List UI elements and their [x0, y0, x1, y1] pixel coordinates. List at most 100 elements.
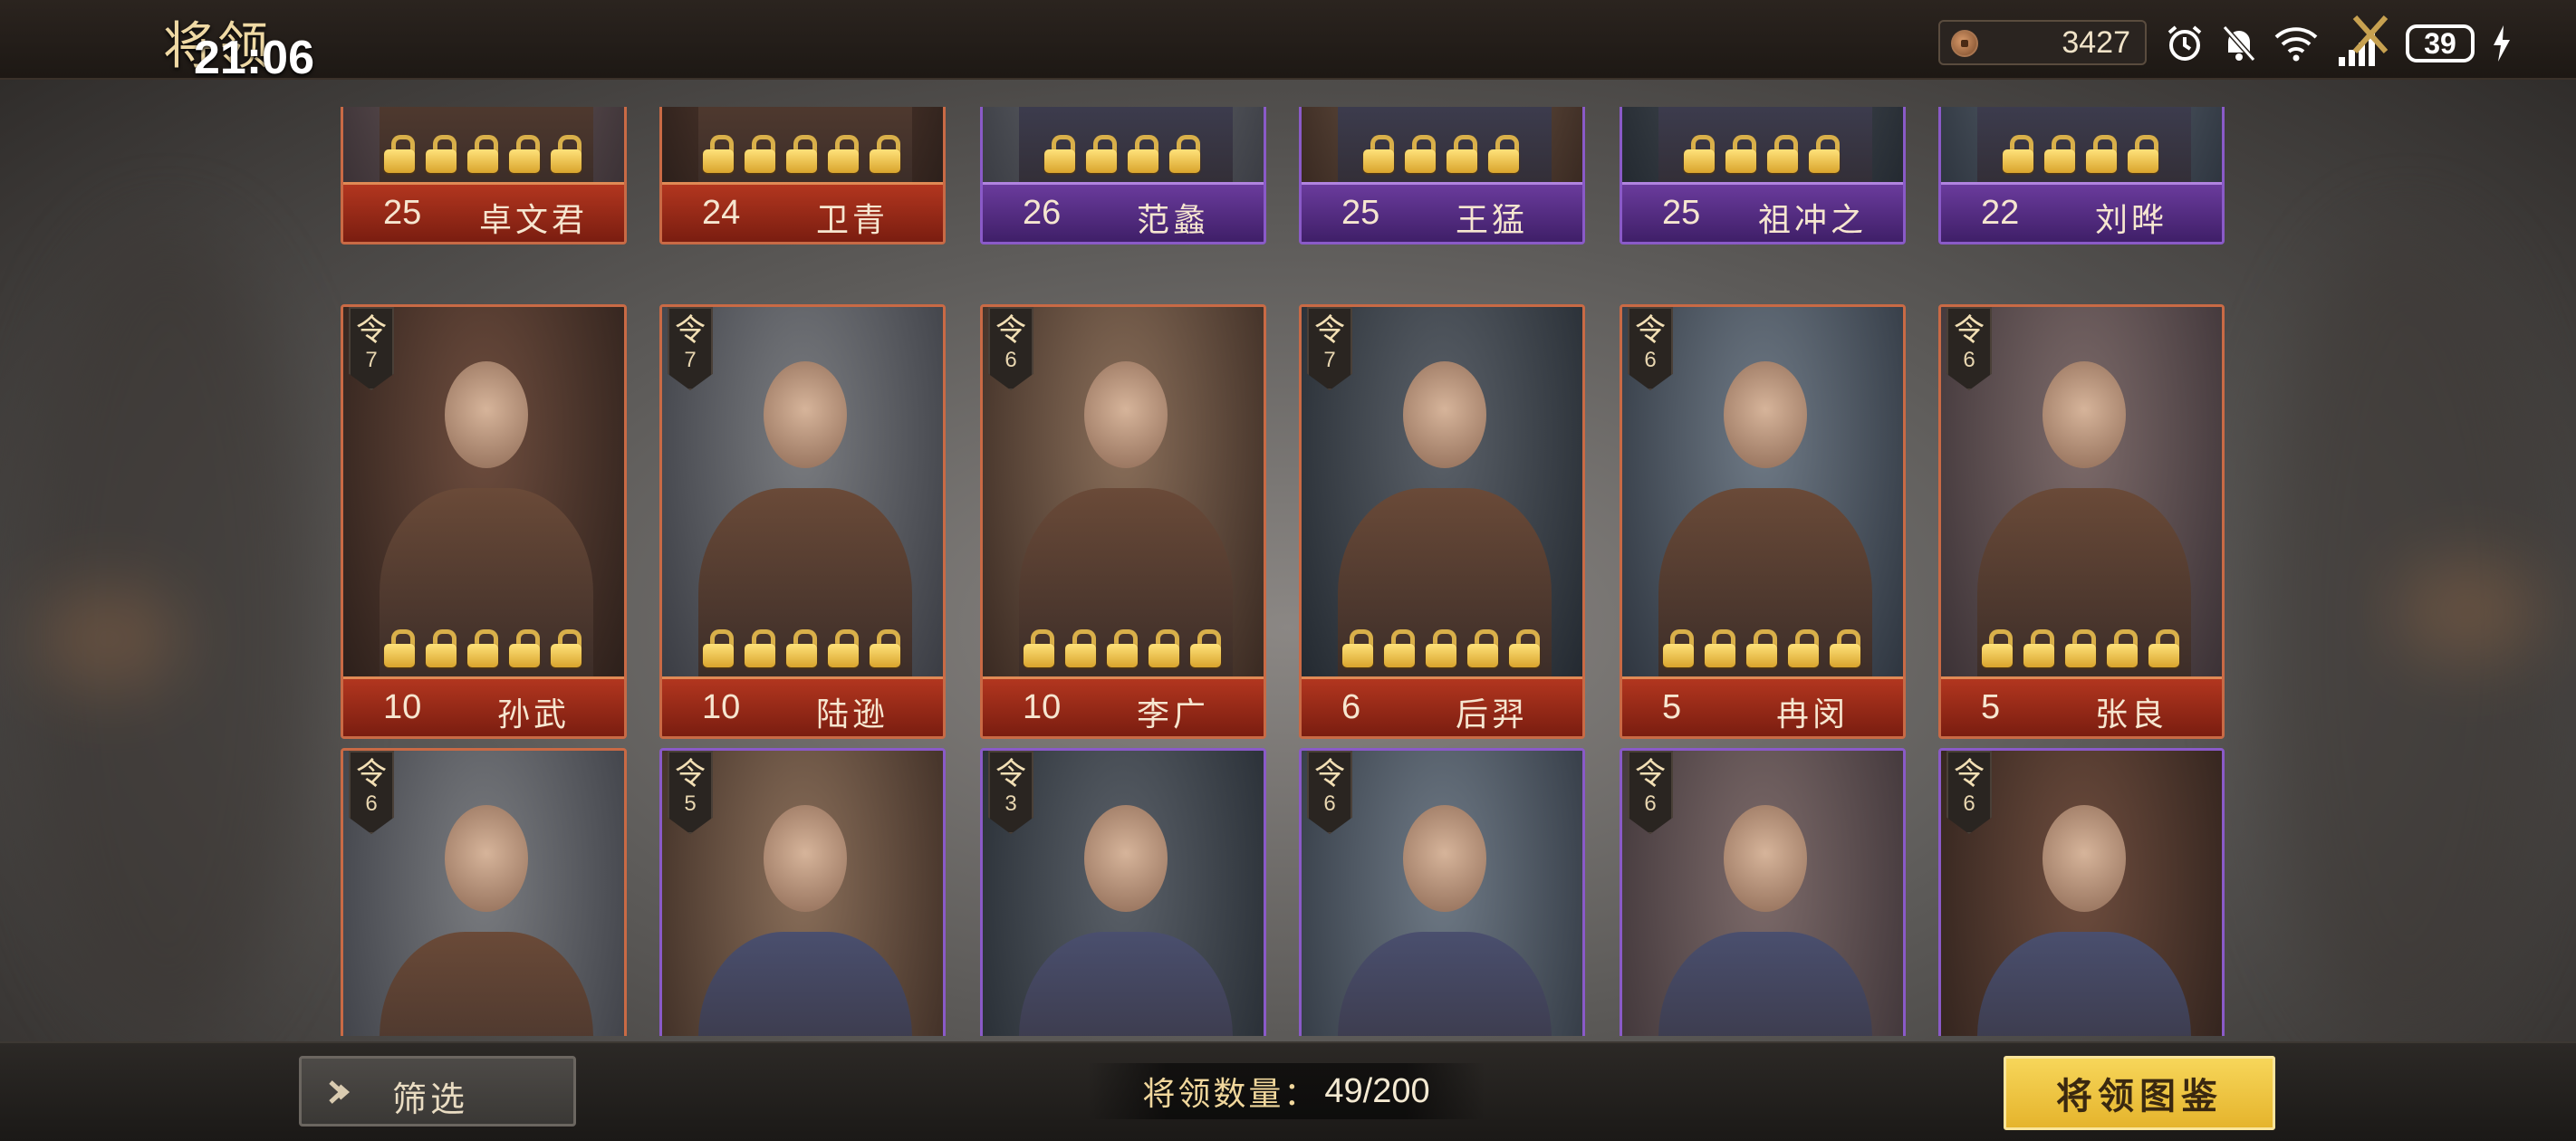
portrait-face [1084, 805, 1168, 912]
top-bar: 将领 21:06 3427 39 [0, 0, 2576, 84]
command-badge: 令6 [1628, 307, 1673, 390]
general-name: 张良 [2094, 696, 2167, 734]
gold-lock-icon [2023, 629, 2056, 667]
general-codex-button[interactable]: 将领图鉴 [2004, 1056, 2275, 1130]
gold-lock-icon [786, 629, 819, 667]
gold-lock-icon [870, 629, 902, 667]
gold-lock-icon [1725, 135, 1758, 173]
general-codex-label: 将领图鉴 [2056, 1075, 2223, 1117]
card-footer: 25 卓文君 [343, 182, 624, 242]
general-card[interactable]: 令 6 5 张良 [1938, 304, 2225, 739]
general-card-grid: 25 卓文君 24 卫青 26 范蠡 25 王猛 25 祖冲之 22 刘晔令 7 10 孙武令 7 10 陆逊令 6… [341, 107, 2225, 1036]
gold-lock-icon [1107, 629, 1139, 667]
general-card[interactable]: 令 7 10 陆逊 [659, 304, 946, 739]
gold-lock-icon [467, 135, 500, 173]
currency-display[interactable]: 3427 [1938, 20, 2147, 65]
general-card[interactable]: 令5 [659, 748, 946, 1036]
gold-lock-icon [2148, 629, 2181, 667]
card-footer: 10 李广 [983, 676, 1264, 736]
general-card[interactable]: 25 卓文君 [341, 107, 627, 244]
card-footer: 25 祖冲之 [1622, 182, 1903, 242]
command-value: 7 [684, 348, 697, 372]
general-card[interactable]: 24 卫青 [659, 107, 946, 244]
general-card[interactable]: 令3 [980, 748, 1266, 1036]
general-card[interactable]: 26 范蠡 [980, 107, 1266, 244]
portrait-face [1724, 805, 1807, 912]
lock-row [1941, 629, 2222, 667]
general-name: 冉闵 [1775, 696, 1849, 734]
general-card[interactable]: 25 王猛 [1299, 107, 1585, 244]
portrait-face [1084, 361, 1168, 468]
gold-lock-icon [2086, 135, 2119, 173]
general-name: 卓文君 [478, 202, 588, 239]
filter-label: 筛选 [392, 1079, 469, 1119]
general-level: 25 [1341, 194, 1380, 232]
lock-row [343, 135, 624, 173]
command-value: 5 [684, 791, 697, 816]
command-badge: 令6 [988, 307, 1033, 390]
filter-button[interactable]: 筛选 [299, 1056, 576, 1127]
general-card[interactable]: 令 7 6 后羿 [1299, 304, 1585, 739]
general-card[interactable]: 令 6 10 李广 [980, 304, 1266, 739]
gold-lock-icon [2107, 629, 2139, 667]
double-chevron-right-icon [329, 1080, 351, 1104]
gold-lock-icon [1809, 135, 1841, 173]
general-card[interactable]: 令6 [1299, 748, 1585, 1036]
command-badge-glyph: 令 [675, 312, 706, 349]
background-lamp-left [36, 589, 181, 688]
gold-lock-icon [551, 135, 583, 173]
portrait-face [445, 361, 528, 468]
general-name: 卫青 [815, 202, 889, 239]
general-name: 孙武 [496, 696, 570, 734]
general-level: 5 [1981, 688, 2001, 726]
card-footer: 22 刘晔 [1941, 182, 2222, 242]
general-card[interactable]: 22 刘晔 [1938, 107, 2225, 244]
general-card[interactable]: 令6 [341, 748, 627, 1036]
general-name: 王猛 [1455, 202, 1528, 239]
gold-lock-icon [1447, 135, 1479, 173]
gold-lock-icon [1705, 629, 1737, 667]
gold-lock-icon [384, 629, 417, 667]
command-badge: 令6 [1946, 751, 1992, 834]
gold-lock-icon [1169, 135, 1202, 173]
lock-row [1941, 135, 2222, 173]
command-badge: 令5 [668, 751, 713, 834]
gold-lock-icon [1684, 135, 1716, 173]
general-card[interactable]: 令6 [1938, 748, 2225, 1036]
gold-lock-icon [509, 135, 542, 173]
gold-lock-icon [786, 135, 819, 173]
gold-lock-icon [1190, 629, 1223, 667]
gold-lock-icon [467, 629, 500, 667]
gold-lock-icon [1663, 629, 1696, 667]
card-footer: 5 张良 [1941, 676, 2222, 736]
general-level: 10 [383, 688, 422, 726]
general-card[interactable]: 令 6 5 冉闵 [1620, 304, 1906, 739]
command-value: 3 [1004, 791, 1017, 816]
signal-icon [2339, 15, 2389, 66]
command-badge: 令7 [668, 307, 713, 390]
portrait-face [1403, 805, 1486, 912]
general-card[interactable]: 25 祖冲之 [1620, 107, 1906, 244]
battery-indicator: 39 [2406, 24, 2475, 62]
general-name: 后羿 [1455, 696, 1528, 734]
general-level: 6 [1341, 688, 1361, 726]
gold-lock-icon [1426, 629, 1458, 667]
command-badge-glyph: 令 [356, 312, 387, 349]
gold-lock-icon [1149, 629, 1181, 667]
general-level: 26 [1023, 194, 1062, 232]
portrait-face [2043, 361, 2126, 468]
general-card[interactable]: 令 7 10 孙武 [341, 304, 627, 739]
gold-lock-icon [828, 135, 860, 173]
command-badge-glyph: 令 [675, 756, 706, 792]
general-card[interactable]: 令6 [1620, 748, 1906, 1036]
bottom-bar: 筛选 将领数量： 49/200 将领图鉴 [0, 1041, 2576, 1141]
general-level: 24 [702, 194, 741, 232]
charging-bolt-icon [2494, 25, 2510, 62]
gold-lock-icon [1467, 629, 1500, 667]
general-level: 22 [1981, 194, 2020, 232]
general-name: 李广 [1136, 696, 1209, 734]
gold-lock-icon [870, 135, 902, 173]
portrait-face [764, 805, 847, 912]
gold-lock-icon [1767, 135, 1800, 173]
gold-lock-icon [1065, 629, 1098, 667]
